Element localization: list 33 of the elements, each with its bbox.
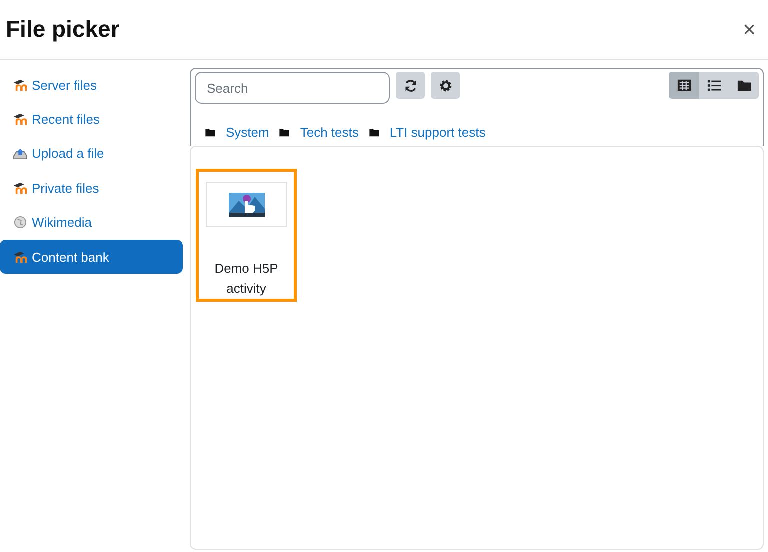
refresh-button[interactable] — [396, 72, 425, 99]
sidebar-item[interactable]: Content bank — [0, 240, 183, 274]
folder-icon — [736, 78, 752, 93]
folder-view-button[interactable] — [729, 72, 759, 99]
moodle-logo-icon — [13, 78, 28, 92]
breadcrumb-link[interactable]: LTI support tests — [390, 125, 486, 140]
grid-icon — [676, 78, 692, 93]
upload-drive-icon — [13, 147, 28, 160]
moodle-logo-icon — [13, 182, 28, 195]
h5p-content-icon — [228, 192, 264, 216]
refresh-icon — [404, 78, 418, 92]
sidebar-item[interactable]: Wikimedia — [0, 206, 183, 240]
grid-view-button[interactable] — [669, 72, 699, 99]
sidebar-item[interactable]: Upload a file — [0, 136, 183, 172]
sidebar-item[interactable]: Recent files — [0, 102, 183, 137]
file-name: Demo H5P activity — [214, 260, 280, 298]
settings-button[interactable] — [431, 72, 460, 99]
file-tile[interactable]: Demo H5P activity — [196, 169, 297, 302]
sidebar-item[interactable]: Private files — [0, 171, 183, 206]
folder-icon — [279, 127, 290, 138]
breadcrumb-link[interactable]: Tech tests — [300, 125, 359, 140]
settings-icon — [438, 78, 452, 92]
close-button[interactable]: × — [739, 16, 760, 42]
folder-icon — [205, 127, 216, 138]
window-title: File picker — [6, 16, 120, 43]
search-field[interactable]: Search — [195, 72, 390, 104]
breadcrumb-link[interactable]: System — [226, 125, 270, 140]
moodle-logo-icon — [13, 250, 28, 264]
sidebar-item[interactable]: Server files — [0, 68, 183, 102]
list-icon — [706, 78, 722, 93]
folder-icon — [368, 127, 380, 138]
moodle-logo-icon — [13, 113, 28, 126]
list-view-button[interactable] — [699, 72, 729, 99]
